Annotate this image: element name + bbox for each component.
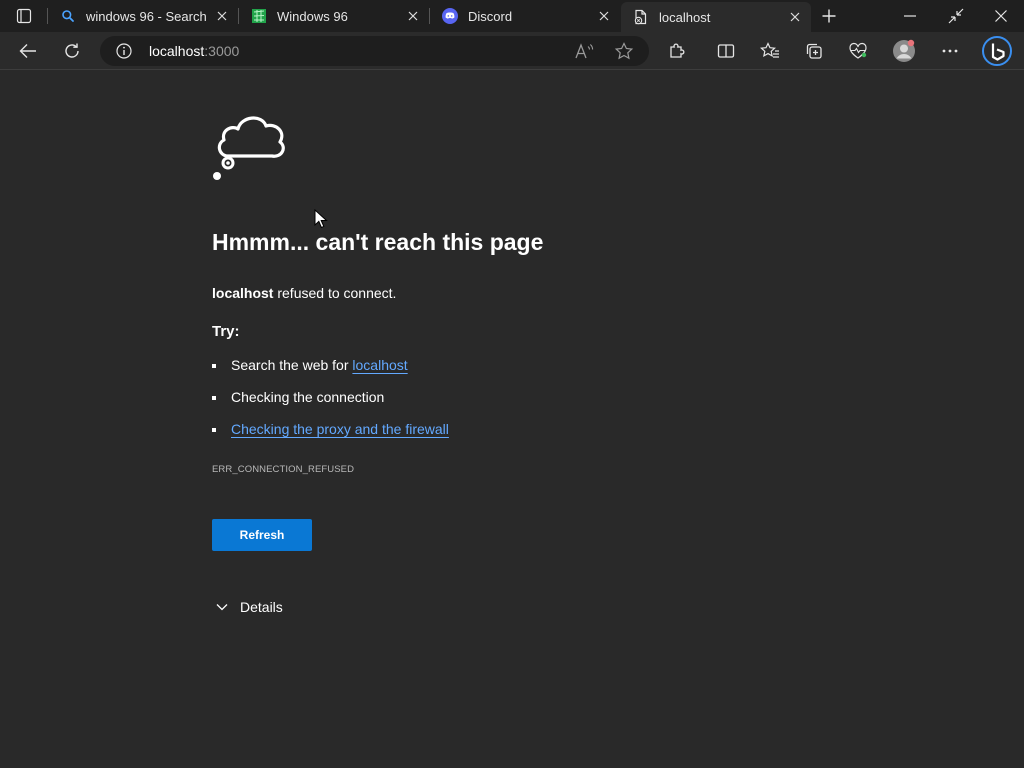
read-aloud-icon[interactable]: [574, 42, 594, 60]
new-tab-button[interactable]: [818, 5, 840, 27]
tab-title: Discord: [468, 8, 513, 24]
restore-icon: [948, 8, 964, 24]
url-port: :3000: [204, 43, 240, 59]
suggestion-proxy-firewall: Checking the proxy and the firewall: [212, 421, 449, 437]
heart-pulse-icon: [849, 42, 867, 59]
collections-icon: [806, 43, 822, 59]
tab-localhost[interactable]: localhost: [621, 2, 811, 32]
tab-title: Windows 96: [277, 8, 348, 24]
summary-text: refused to connect.: [273, 285, 397, 301]
site-info-icon[interactable]: [116, 43, 132, 59]
close-window-button[interactable]: [978, 0, 1024, 32]
plus-icon: [822, 9, 836, 23]
address-bar[interactable]: localhost:3000: [100, 36, 649, 66]
favorites-icon: [760, 42, 779, 58]
close-tab-icon[interactable]: [403, 6, 423, 26]
split-screen-button[interactable]: [712, 37, 740, 65]
tab-windows96[interactable]: Windows 96: [239, 0, 429, 32]
tab-strip: windows 96 - Search Windows 96 Discord l…: [0, 0, 1024, 32]
suggestion-text: Checking the connection: [231, 389, 385, 405]
summary-host: localhost: [212, 285, 274, 301]
more-horizontal-icon: [942, 49, 958, 53]
bing-icon: [982, 36, 1012, 66]
url-host: localhost: [149, 43, 205, 59]
extensions-button[interactable]: [663, 37, 691, 65]
browser-essentials-button[interactable]: [844, 37, 872, 65]
bullet: [212, 395, 216, 400]
restore-button[interactable]: [933, 0, 979, 32]
page-title: Hmmm... can't reach this page: [212, 229, 544, 255]
chevron-down-icon: [214, 599, 230, 615]
puzzle-icon: [670, 43, 685, 58]
collections-button[interactable]: [800, 37, 828, 65]
profile-button[interactable]: [890, 37, 918, 65]
address-url[interactable]: localhost:3000: [149, 43, 239, 59]
tab-actions-icon: [16, 8, 32, 24]
close-tab-icon[interactable]: [212, 6, 232, 26]
tab-search[interactable]: windows 96 - Search: [48, 0, 238, 32]
discord-icon: [442, 8, 458, 24]
back-button[interactable]: [14, 37, 42, 65]
suggestion-check-connection: Checking the connection: [212, 389, 384, 405]
suggestion-search-web: Search the web for localhost: [212, 357, 408, 373]
error-page: Hmmm... can't reach this page localhost …: [0, 71, 1024, 768]
settings-more-button[interactable]: [936, 37, 964, 65]
error-summary: localhost refused to connect.: [212, 285, 396, 301]
bing-chat-button[interactable]: [981, 35, 1013, 67]
refresh-button[interactable]: [58, 37, 86, 65]
error-page-icon: [633, 9, 649, 25]
close-tab-icon[interactable]: [594, 6, 614, 26]
try-label: Try:: [212, 323, 240, 340]
minimize-icon: [904, 15, 916, 17]
windows96-favicon: [251, 8, 267, 24]
split-screen-icon: [717, 44, 735, 58]
suggestion-text: Search the web for: [231, 357, 353, 373]
search-localhost-link[interactable]: localhost: [352, 357, 407, 373]
arrow-left-icon: [19, 44, 36, 58]
refresh-page-button[interactable]: Refresh: [212, 519, 312, 551]
details-label: Details: [240, 599, 283, 615]
bullet: [212, 363, 216, 368]
minimize-button[interactable]: [887, 0, 933, 32]
tab-title: windows 96 - Search: [86, 8, 207, 24]
thought-cloud-icon: [213, 116, 285, 180]
tab-title: localhost: [659, 9, 711, 25]
details-toggle[interactable]: Details: [214, 599, 283, 615]
close-tab-icon[interactable]: [785, 7, 805, 27]
tab-discord[interactable]: Discord: [430, 0, 620, 32]
error-code: ERR_CONNECTION_REFUSED: [212, 464, 355, 475]
proxy-firewall-link[interactable]: Checking the proxy and the firewall: [231, 421, 449, 437]
tab-actions-menu-button[interactable]: [8, 4, 40, 28]
bullet: [212, 427, 216, 432]
search-icon: [60, 8, 76, 24]
add-favorite-icon[interactable]: [614, 42, 634, 60]
favorites-button[interactable]: [756, 37, 784, 65]
close-icon: [995, 10, 1007, 22]
reload-icon: [65, 43, 79, 58]
browser-toolbar: localhost:3000: [0, 32, 1024, 70]
mouse-cursor-icon: [314, 209, 328, 229]
avatar: [893, 39, 915, 62]
